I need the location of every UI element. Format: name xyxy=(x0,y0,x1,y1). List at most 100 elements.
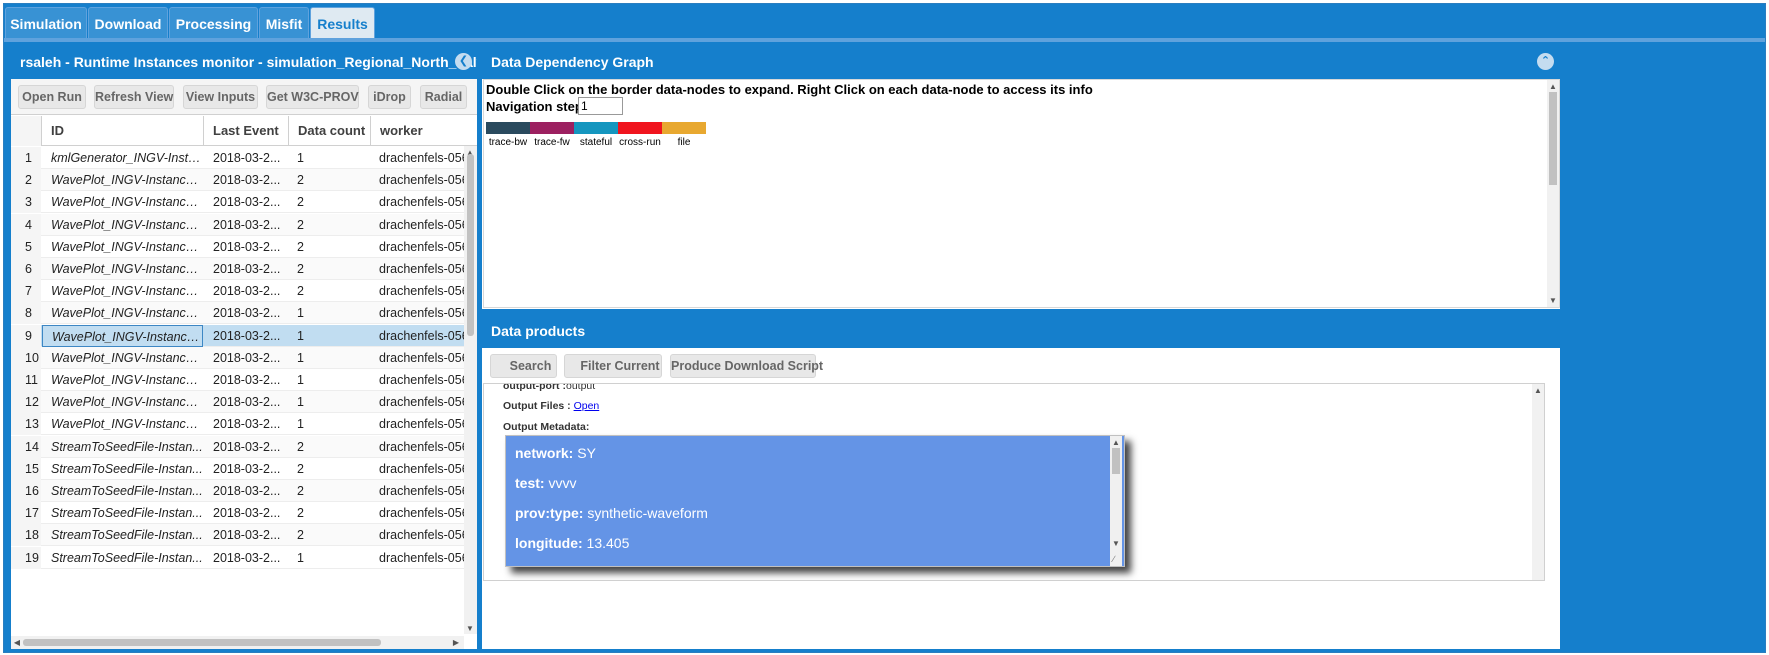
graph-vertical-scrollbar[interactable]: ▲ ▼ xyxy=(1547,80,1559,307)
output-metadata-box[interactable]: network: SY test: vvvv prov:type: synthe… xyxy=(505,435,1125,567)
column-header-last-event[interactable]: Last Event xyxy=(204,116,289,146)
table-row[interactable]: 5 WavePlot_INGV-Instance... 2018-03-2... 2 d… xyxy=(11,235,477,258)
table-row[interactable]: 19 StreamToSeedFile-Instan... 2018-03-2...… xyxy=(11,546,477,569)
radial-button[interactable]: Radial xyxy=(420,85,467,109)
app-frame: Simulation Download Processing Misfit Re… xyxy=(3,3,1766,653)
table-row[interactable]: 17 StreamToSeedFile-Instan... 2018-03-2...… xyxy=(11,502,477,525)
table-row[interactable]: 6 WavePlot_INGV-Instance... 2018-03-2... 2 d… xyxy=(11,258,477,280)
runtime-monitor-panel: rsaleh - Runtime Instances monitor - sim… xyxy=(10,44,478,650)
cell-worker: drachenfels-056 xyxy=(379,528,469,543)
tab-simulation[interactable]: Simulation xyxy=(5,7,87,40)
tabbar-strip xyxy=(4,38,1765,42)
output-files-open-link[interactable]: Open xyxy=(574,400,600,412)
cell-id: WavePlot_INGV-Instance... xyxy=(51,284,203,299)
cell-id: WavePlot_INGV-Instance... xyxy=(51,306,203,321)
metadata-row: longitude: 13.405 xyxy=(515,535,629,551)
grid-header: ID Last Event Data count worker xyxy=(11,116,477,146)
scroll-left-icon[interactable]: ◀ xyxy=(12,638,22,647)
view-inputs-button[interactable]: View Inputs xyxy=(183,85,258,109)
cell-data-count: 1 xyxy=(297,306,304,321)
metadata-scroll-up-icon[interactable]: ▲ xyxy=(1111,438,1121,447)
table-row[interactable]: 7 WavePlot_INGV-Instance... 2018-03-2... 2 d… xyxy=(11,280,477,303)
table-row[interactable]: 3 WavePlot_INGV-Instance... 2018-03-2... 2 d… xyxy=(11,191,477,214)
resize-grip-icon[interactable]: ∕ xyxy=(1113,554,1115,564)
cell-worker: drachenfels-056 xyxy=(379,439,469,454)
refresh-view-button[interactable]: Refresh View xyxy=(94,85,174,109)
table-row[interactable]: 1 kmlGenerator_INGV-Insta... 2018-03-2... 1… xyxy=(11,147,477,169)
table-row[interactable]: 14 StreamToSeedFile-Instan... 2018-03-2...… xyxy=(11,435,477,458)
graph-scroll-up-icon[interactable]: ▲ xyxy=(1548,82,1558,91)
products-panel-title: Data products xyxy=(482,314,1560,348)
cell-last-event: 2018-03-2... xyxy=(213,395,281,410)
column-header-data-count[interactable]: Data count xyxy=(289,116,371,146)
tab-misfit[interactable]: Misfit xyxy=(259,7,309,40)
graph-scroll-down-icon[interactable]: ▼ xyxy=(1548,296,1558,305)
table-row[interactable]: 4 WavePlot_INGV-Instance... 2018-03-2... 2 d… xyxy=(11,213,477,236)
tab-results[interactable]: Results xyxy=(310,7,375,40)
cell-id: WavePlot_INGV-Instance... xyxy=(51,239,203,254)
row-number: 15 xyxy=(11,457,41,480)
metadata-scroll-down-icon[interactable]: ▼ xyxy=(1111,539,1121,548)
graph-scroll-thumb[interactable] xyxy=(1549,92,1557,185)
cell-last-event: 2018-03-2... xyxy=(213,461,281,476)
main-tabbar: Simulation Download Processing Misfit Re… xyxy=(4,4,1765,42)
table-row[interactable]: 13 WavePlot_INGV-Instance... 2018-03-2... 1… xyxy=(11,413,477,436)
filter-current-button[interactable]: Filter Current xyxy=(564,354,662,378)
graph-canvas[interactable]: Double Click on the border data-nodes to… xyxy=(483,79,1560,308)
cell-data-count: 2 xyxy=(297,439,304,454)
search-button[interactable]: Search xyxy=(490,354,557,378)
legend-swatch xyxy=(574,122,618,134)
table-row[interactable]: 18 StreamToSeedFile-Instan... 2018-03-2...… xyxy=(11,524,477,547)
cell-data-count: 2 xyxy=(297,239,304,254)
row-number: 8 xyxy=(11,302,41,325)
cell-last-event: 2018-03-2... xyxy=(213,528,281,543)
cell-worker: drachenfels-056 xyxy=(379,306,469,321)
cell-id: WavePlot_INGV-Instance... xyxy=(51,373,203,387)
table-row[interactable]: 9 WavePlot_INGV-Instance... 2018-03-2... 1 d… xyxy=(11,324,477,347)
products-scroll-up-icon[interactable]: ▲ xyxy=(1533,386,1543,395)
filter-current-label: Filter Current xyxy=(580,359,660,373)
cell-id: StreamToSeedFile-Instan... xyxy=(51,461,203,476)
tab-download[interactable]: Download xyxy=(88,7,168,40)
graph-panel-title: Data Dependency Graph xyxy=(482,45,1560,79)
scroll-right-icon[interactable]: ▶ xyxy=(451,638,461,647)
row-number: 5 xyxy=(11,235,41,258)
table-row[interactable]: 11 WavePlot_INGV-Instance... 2018-03-2... 1… xyxy=(11,369,477,391)
scroll-down-icon[interactable]: ▼ xyxy=(465,624,475,633)
cell-id: StreamToSeedFile-Instan... xyxy=(51,484,203,498)
table-row[interactable]: 10 WavePlot_INGV-Instance... 2018-03-2... 1… xyxy=(11,346,477,369)
metadata-scrollbar[interactable]: ▲ ▼ xyxy=(1110,436,1122,566)
column-header-worker[interactable]: worker xyxy=(371,116,477,146)
cell-data-count: 2 xyxy=(297,217,304,232)
row-number: 16 xyxy=(11,480,41,502)
table-row[interactable]: 12 WavePlot_INGV-Instance... 2018-03-2... 1… xyxy=(11,391,477,414)
horizontal-scroll-thumb[interactable] xyxy=(23,639,381,646)
metadata-scroll-thumb[interactable] xyxy=(1112,448,1120,474)
table-row[interactable]: 2 WavePlot_INGV-Instance... 2018-03-2... 2 d… xyxy=(11,169,477,192)
column-header-id[interactable]: ID xyxy=(42,116,204,146)
cell-data-count: 2 xyxy=(297,506,304,521)
collapse-up-icon[interactable]: ⌃ xyxy=(1537,53,1554,70)
grid-horizontal-scrollbar[interactable]: ◀ ▶ xyxy=(11,636,464,649)
open-run-button[interactable]: Open Run xyxy=(18,85,86,109)
cell-last-event: 2018-03-2... xyxy=(213,151,281,165)
cell-last-event: 2018-03-2... xyxy=(213,328,281,343)
grid-vertical-scrollbar[interactable]: ▲ ▼ xyxy=(464,146,477,634)
cell-worker: drachenfels-056 xyxy=(379,173,469,188)
navigation-steps-input[interactable] xyxy=(578,97,623,115)
cell-last-event: 2018-03-2... xyxy=(213,417,281,432)
collapse-left-icon[interactable]: ❮ xyxy=(455,53,472,70)
scroll-thumb[interactable] xyxy=(467,154,474,336)
cell-data-count: 1 xyxy=(297,151,304,165)
get-w3c-prov-button[interactable]: Get W3C-PROV xyxy=(266,85,359,109)
idrop-button[interactable]: iDrop xyxy=(368,85,411,109)
cell-last-event: 2018-03-2... xyxy=(213,550,281,565)
products-vertical-scrollbar[interactable]: ▲ xyxy=(1532,384,1544,580)
tab-processing[interactable]: Processing xyxy=(169,7,258,40)
produce-download-script-button[interactable]: Produce Download Script xyxy=(670,354,823,378)
table-row[interactable]: 15 StreamToSeedFile-Instan... 2018-03-2...… xyxy=(11,457,477,480)
table-row[interactable]: 8 WavePlot_INGV-Instance... 2018-03-2... 1 d… xyxy=(11,302,477,325)
metadata-value: 13.405 xyxy=(586,535,630,551)
cell-worker: drachenfels-056 xyxy=(379,284,469,299)
table-row[interactable]: 16 StreamToSeedFile-Instan... 2018-03-2...… xyxy=(11,480,477,502)
